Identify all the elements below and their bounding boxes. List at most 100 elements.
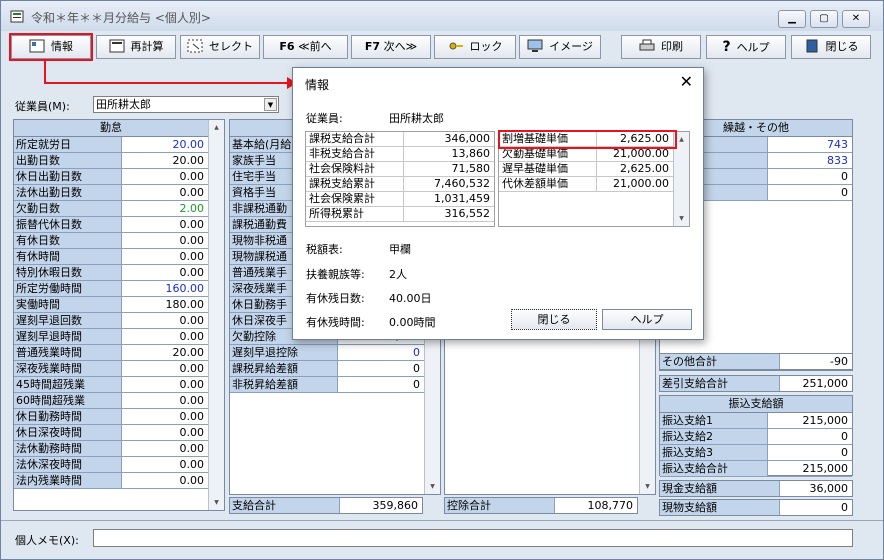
attendance-rows: 所定就労日 20.00 出勤日数 20.00 休日出勤日数 0.00 法休出勤日数 0.00 欠…: [14, 137, 208, 489]
memo-label: 個人メモ(X):: [15, 534, 79, 547]
attendance-row: 振替代休日数 0.00: [14, 217, 208, 233]
other-row-value[interactable]: 833: [827, 153, 852, 168]
dialog-left-row-value[interactable]: 346,000: [445, 132, 495, 146]
attendance-row-value[interactable]: 0.00: [180, 473, 209, 488]
dialog-close-icon[interactable]: ✕: [680, 72, 693, 91]
dialog-left-row-value[interactable]: 316,552: [445, 207, 495, 221]
payment-row-label: 遅刻早退控除: [230, 345, 338, 360]
attendance-row-value[interactable]: 0.00: [180, 185, 209, 200]
transfer-row-value[interactable]: 215,000: [803, 413, 853, 428]
attendance-row-value[interactable]: 0.00: [180, 425, 209, 440]
unit-price-highlight: [498, 130, 677, 149]
scroll-down-icon[interactable]: ▼: [425, 479, 440, 494]
payment-row-value[interactable]: 0: [413, 345, 424, 360]
attendance-row-label: 所定労働時間: [14, 281, 122, 296]
attendance-row-label: 法内残業時間: [14, 473, 122, 488]
attendance-row-value[interactable]: 0.00: [180, 265, 209, 280]
attendance-scrollbar[interactable]: ▲ ▼: [208, 120, 224, 510]
attendance-row: 出勤日数 20.00: [14, 153, 208, 169]
attendance-row-value[interactable]: 20.00: [173, 153, 209, 168]
payment-row-value[interactable]: 0: [413, 377, 424, 392]
attendance-row-value[interactable]: 0.00: [180, 377, 209, 392]
transfer-row-value[interactable]: 215,000: [803, 461, 853, 476]
memo-input[interactable]: [93, 529, 853, 547]
attendance-row-value[interactable]: 0.00: [180, 441, 209, 456]
close-window-button[interactable]: ✕: [842, 10, 870, 28]
dialog-left-row-label: 社会保険累計: [306, 192, 404, 206]
attendance-row-value[interactable]: 0.00: [180, 393, 209, 408]
attendance-row-value[interactable]: 0.00: [180, 313, 209, 328]
dialog-help-button[interactable]: ヘルプ: [602, 309, 692, 330]
dialog-right-row-value[interactable]: 21,000.00: [613, 147, 673, 161]
minimize-button[interactable]: ▁: [778, 10, 806, 28]
monitor-icon: [527, 39, 543, 52]
recalc-button[interactable]: 再計算: [96, 35, 176, 59]
transfer-row-value[interactable]: 0: [841, 429, 852, 444]
payment-row-label: 課税昇給差額: [230, 361, 338, 376]
attendance-row-label: 特別休暇日数: [14, 265, 122, 280]
payment-row: 遅刻早退控除 0: [230, 345, 424, 361]
attendance-row-value[interactable]: 0.00: [180, 249, 209, 264]
scroll-down-icon[interactable]: ▼: [640, 479, 655, 494]
main-window: 令和＊年＊＊月分給与 <個人別> ▁ ▢ ✕ 情報 再計算 セレクト F6 ≪前…: [0, 0, 884, 560]
app-icon: [10, 10, 24, 23]
dialog-right-row: 代休差額単価 21,000.00: [499, 177, 673, 192]
attendance-row-value[interactable]: 0.00: [180, 217, 209, 232]
attendance-row-value[interactable]: 20.00: [173, 137, 209, 152]
paid-leave-hours-value: 0.00時間: [389, 316, 436, 329]
lock-button[interactable]: ロック: [434, 35, 516, 59]
payment-row-value[interactable]: 0: [413, 361, 424, 376]
attendance-row-value[interactable]: 160.00: [166, 281, 209, 296]
attendance-row: 法休深夜時間 0.00: [14, 457, 208, 473]
attendance-row: 有休時間 0.00: [14, 249, 208, 265]
key-icon: [449, 42, 463, 50]
prev-button[interactable]: F6 ≪前へ: [263, 35, 348, 59]
other-row-value[interactable]: 743: [827, 137, 852, 152]
print-button[interactable]: 印刷: [621, 35, 701, 59]
attendance-row-value[interactable]: 20.00: [173, 345, 209, 360]
select-button[interactable]: セレクト: [180, 35, 260, 59]
scroll-down-icon[interactable]: ▼: [209, 495, 224, 510]
close-button[interactable]: 閉じる: [791, 35, 871, 59]
attendance-row-label: 普通残業時間: [14, 345, 122, 360]
attendance-row-value[interactable]: 0.00: [180, 233, 209, 248]
dialog-right-row-value[interactable]: 21,000.00: [613, 177, 673, 191]
attendance-row-value[interactable]: 180.00: [166, 297, 209, 312]
dialog-right-row-label: 代休差額単価: [499, 177, 597, 191]
employee-select[interactable]: 田所耕太郎 ▼: [93, 96, 279, 113]
attendance-row-label: 60時間超残業: [14, 393, 122, 408]
attendance-row: 遅刻早退回数 0.00: [14, 313, 208, 329]
transfer-row-value[interactable]: 0: [841, 445, 852, 460]
dialog-left-row-value[interactable]: 7,460,532: [434, 177, 494, 191]
other-row-value[interactable]: 0: [841, 169, 852, 184]
payment-row: 非税昇給差額 0: [230, 377, 424, 393]
scroll-up-icon[interactable]: ▲: [209, 120, 224, 135]
dialog-right-row: 遅早基礎単価 2,625.00: [499, 162, 673, 177]
dialog-left-row-label: 課税支給累計: [306, 177, 404, 191]
chevron-down-icon[interactable]: ▼: [264, 98, 277, 111]
dialog-close-button[interactable]: 閉じる: [511, 309, 597, 330]
attendance-row-value[interactable]: 2.00: [180, 201, 209, 216]
other-row-value[interactable]: 0: [841, 185, 852, 200]
attendance-row: 欠勤日数 2.00: [14, 201, 208, 217]
question-icon: ?: [722, 39, 731, 55]
attendance-row-value[interactable]: 0.00: [180, 409, 209, 424]
attendance-row-value[interactable]: 0.00: [180, 329, 209, 344]
dialog-left-row-value[interactable]: 71,580: [452, 162, 495, 176]
attendance-row: 遅刻早退時間 0.00: [14, 329, 208, 345]
scroll-down-icon[interactable]: ▼: [674, 211, 689, 226]
other-total-row: その他合計 -90: [659, 353, 853, 370]
attendance-row-value[interactable]: 0.00: [180, 169, 209, 184]
help-button[interactable]: ? ヘルプ: [706, 35, 786, 59]
attendance-row-value[interactable]: 0.00: [180, 361, 209, 376]
dialog-left-row-value[interactable]: 13,860: [452, 147, 495, 161]
attendance-header: 勤怠: [14, 120, 208, 137]
image-button[interactable]: イメージ: [519, 35, 601, 59]
attendance-row-value[interactable]: 0.00: [180, 457, 209, 472]
calculator-icon: [109, 39, 124, 53]
next-button[interactable]: F7 次へ≫: [351, 35, 431, 59]
dialog-right-row-value[interactable]: 2,625.00: [620, 162, 673, 176]
dialog-left-row-value[interactable]: 1,031,459: [434, 192, 494, 206]
maximize-button[interactable]: ▢: [810, 10, 838, 28]
info-highlight: [9, 33, 93, 61]
